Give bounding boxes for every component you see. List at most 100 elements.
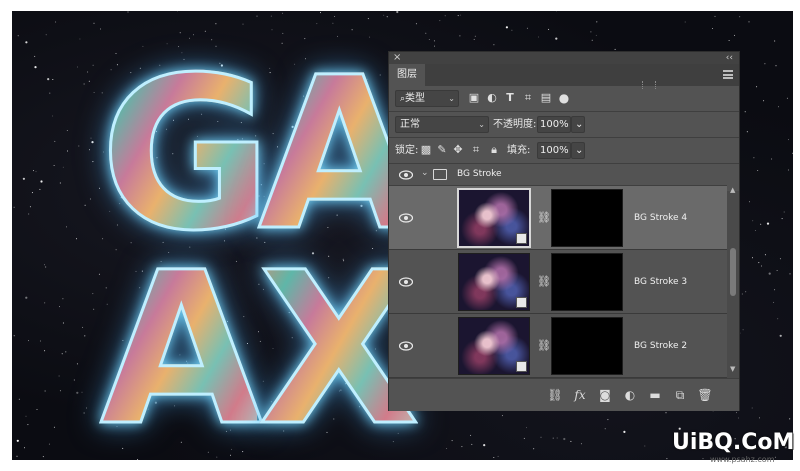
link-icon[interactable]: ⛓ bbox=[537, 211, 551, 225]
layer-mask-thumbnail[interactable] bbox=[551, 253, 623, 311]
filter-toggle-icon[interactable]: ● bbox=[557, 91, 571, 105]
star bbox=[778, 106, 779, 108]
star bbox=[773, 301, 775, 303]
star bbox=[460, 14, 462, 16]
star bbox=[61, 353, 63, 355]
star bbox=[52, 79, 54, 80]
star bbox=[788, 139, 789, 141]
new-layer-icon[interactable]: ⧉ bbox=[672, 387, 688, 403]
layer-thumbnail[interactable] bbox=[457, 188, 531, 248]
link-icon[interactable]: ⛓ bbox=[537, 339, 551, 353]
lock-image-icon[interactable]: ✎ bbox=[435, 143, 449, 157]
mask-icon[interactable]: ◙ bbox=[597, 387, 613, 403]
star bbox=[781, 218, 783, 220]
star bbox=[493, 44, 495, 46]
group-row[interactable]: ⌄ BG Stroke bbox=[389, 164, 727, 186]
star bbox=[734, 34, 735, 36]
star bbox=[548, 28, 550, 30]
lock-artboard-icon[interactable]: ⌗ bbox=[469, 143, 483, 157]
chevron-down-icon[interactable]: ⌄ bbox=[421, 168, 429, 178]
tab-layers[interactable]: 图层 bbox=[389, 64, 425, 86]
link-icon[interactable]: ⛓ bbox=[547, 387, 563, 403]
panel-titlebar[interactable]: × ‹‹ bbox=[389, 52, 739, 64]
scroll-up-icon[interactable]: ▲ bbox=[730, 186, 735, 194]
opacity-input[interactable]: 100% bbox=[537, 116, 571, 133]
star bbox=[92, 64, 94, 66]
blend-mode-dropdown[interactable]: 正常 ⌄ bbox=[395, 116, 489, 133]
fx-icon[interactable]: fx bbox=[572, 387, 588, 403]
layer-mask-thumbnail[interactable] bbox=[551, 189, 623, 247]
layer-name: BG Stroke 3 bbox=[634, 277, 688, 287]
star bbox=[702, 458, 704, 460]
layer-row[interactable]: ⛓ BG Stroke 2 bbox=[389, 314, 727, 378]
panel-menu-icon[interactable] bbox=[723, 70, 733, 79]
folder-icon[interactable]: ▬ bbox=[647, 387, 663, 403]
star bbox=[470, 434, 472, 436]
star bbox=[552, 437, 554, 439]
star bbox=[768, 272, 771, 275]
eye-icon[interactable] bbox=[399, 170, 413, 180]
star bbox=[127, 11, 129, 13]
layer-row[interactable]: ⛓ BG Stroke 3 bbox=[389, 250, 727, 314]
star bbox=[736, 412, 737, 414]
lock-all-icon[interactable]: 🔒︎ bbox=[487, 143, 501, 157]
star bbox=[25, 296, 28, 299]
layer-row[interactable]: ⛓ BG Stroke 4 bbox=[389, 186, 727, 250]
close-panel-icon[interactable]: × bbox=[393, 52, 401, 64]
star bbox=[604, 428, 606, 430]
star bbox=[16, 439, 19, 442]
fill-slider-toggle[interactable]: ⌄ bbox=[571, 142, 585, 159]
fill-input[interactable]: 100% bbox=[537, 142, 571, 159]
star bbox=[415, 23, 417, 25]
adjustment-filter-icon[interactable]: ◐ bbox=[485, 91, 499, 105]
star bbox=[77, 66, 78, 68]
eye-icon[interactable] bbox=[399, 213, 413, 223]
collapse-panel-icon[interactable]: ‹‹ bbox=[726, 52, 733, 64]
eye-icon[interactable] bbox=[399, 277, 413, 287]
layer-name: BG Stroke 4 bbox=[634, 213, 688, 223]
star bbox=[497, 455, 499, 457]
star bbox=[570, 440, 572, 442]
star bbox=[28, 213, 30, 215]
star bbox=[511, 29, 513, 31]
star bbox=[76, 238, 77, 240]
star bbox=[334, 16, 336, 17]
type-filter-icon[interactable]: T bbox=[503, 91, 517, 105]
star bbox=[52, 115, 54, 117]
layer-thumbnail[interactable] bbox=[458, 253, 530, 311]
star bbox=[754, 230, 756, 231]
star bbox=[714, 15, 716, 17]
adjustment-icon[interactable]: ◐ bbox=[622, 387, 638, 403]
layer-mask-thumbnail[interactable] bbox=[551, 317, 623, 375]
layer-name: BG Stroke 2 bbox=[634, 341, 688, 351]
fill-label: 填充: bbox=[507, 145, 531, 156]
layer-thumbnail[interactable] bbox=[458, 317, 530, 375]
star bbox=[25, 41, 28, 44]
scroll-down-icon[interactable]: ▼ bbox=[730, 365, 735, 373]
lock-transparent-icon[interactable]: ▩ bbox=[419, 143, 433, 157]
shape-filter-icon[interactable]: ⌗ bbox=[521, 91, 535, 105]
star bbox=[33, 170, 34, 172]
star bbox=[591, 39, 593, 41]
link-icon[interactable]: ⛓ bbox=[537, 275, 551, 289]
filter-kind-dropdown[interactable]: ⌕类型 ⌄ bbox=[395, 90, 459, 107]
lock-position-icon[interactable]: ✥ bbox=[451, 143, 465, 157]
image-filter-icon[interactable]: ▣ bbox=[467, 91, 481, 105]
star bbox=[65, 351, 67, 353]
opacity-slider-toggle[interactable]: ⌄ bbox=[571, 116, 585, 133]
trash-icon[interactable]: 🗑︎ bbox=[697, 387, 713, 403]
star bbox=[82, 326, 84, 328]
star bbox=[386, 16, 388, 18]
smart-object-filter-icon[interactable]: ▤ bbox=[539, 91, 553, 105]
star bbox=[757, 170, 759, 171]
star bbox=[62, 298, 64, 300]
star bbox=[271, 29, 273, 31]
star bbox=[751, 407, 753, 409]
star bbox=[84, 335, 86, 337]
star bbox=[623, 430, 626, 433]
scrollbar-thumb[interactable] bbox=[730, 248, 736, 296]
eye-icon[interactable] bbox=[399, 341, 413, 351]
star bbox=[739, 16, 741, 18]
star bbox=[76, 363, 78, 365]
star bbox=[738, 316, 740, 318]
